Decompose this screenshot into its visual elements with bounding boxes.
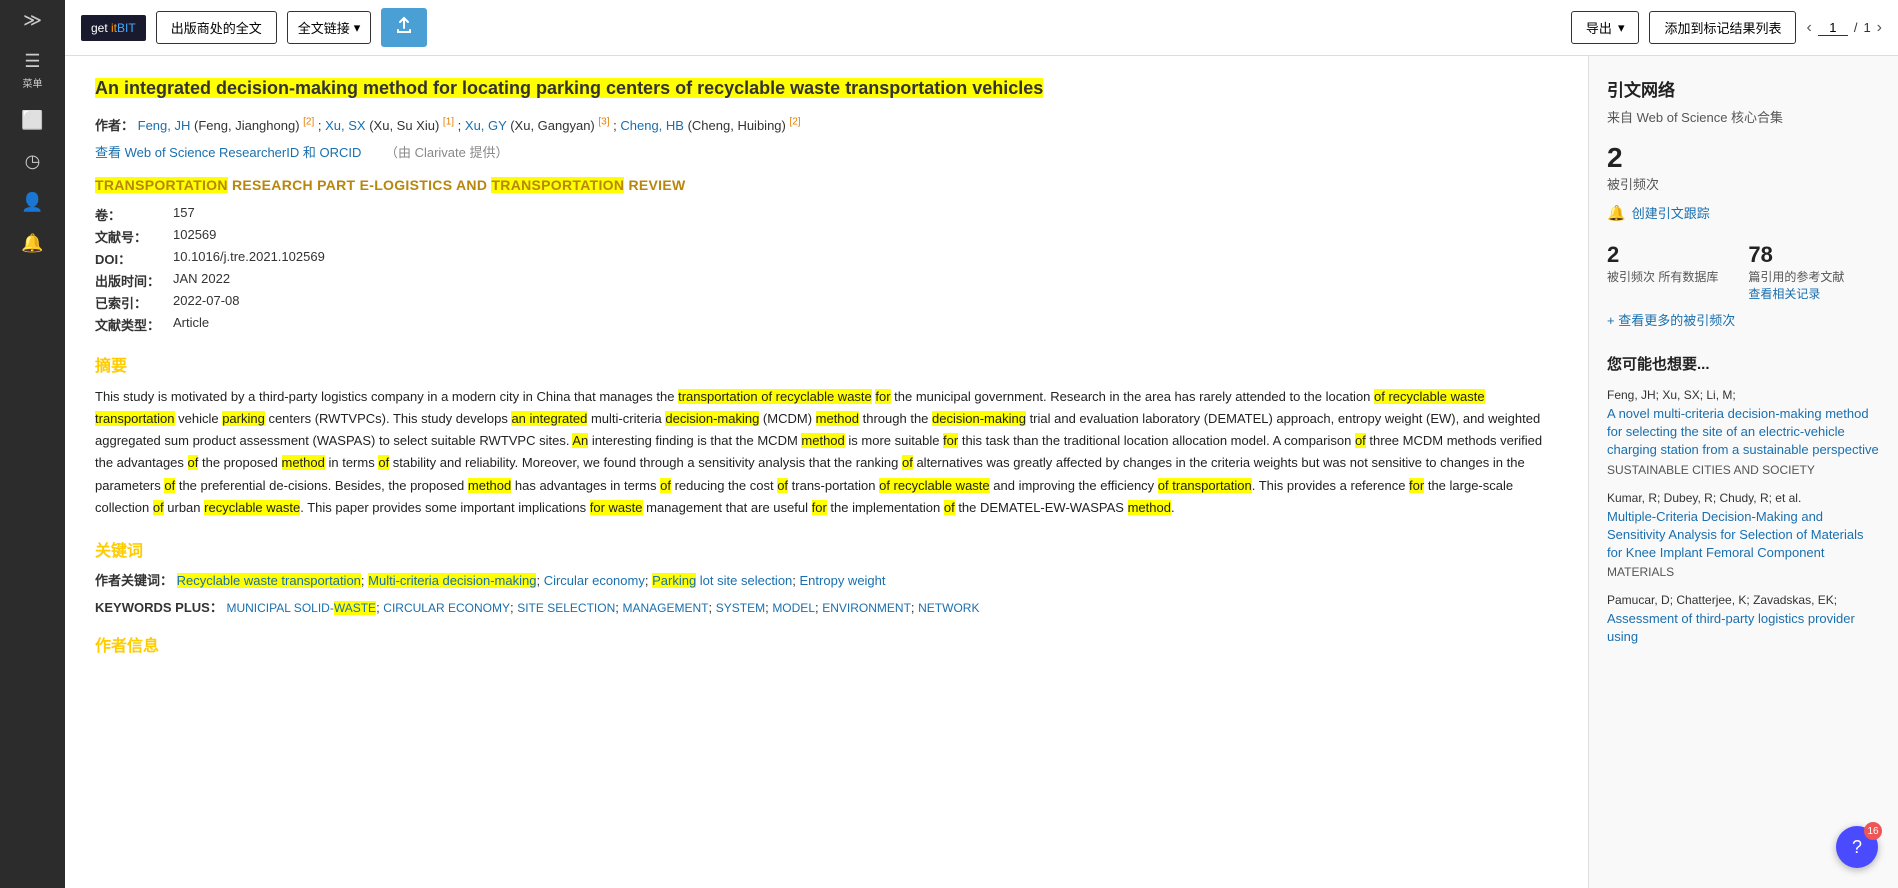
kwp-site[interactable]: SITE SELECTION: [517, 601, 615, 615]
add-to-result-button[interactable]: 添加到标记结果列表: [1649, 11, 1796, 44]
author-xu-sx[interactable]: Xu, SX: [325, 118, 365, 133]
upload-button[interactable]: [381, 8, 427, 47]
help-button[interactable]: ? 16: [1836, 826, 1878, 868]
page-input[interactable]: [1818, 20, 1848, 36]
kwp-env[interactable]: ENVIRONMENT: [822, 601, 911, 615]
kwp-mgmt[interactable]: MANAGEMENT: [622, 601, 708, 615]
full-text-link-button[interactable]: 全文链接 ▾: [287, 11, 372, 44]
prev-page-button[interactable]: ‹: [1806, 19, 1811, 37]
main-container: get itBIT 出版商处的全文 全文链接 ▾ 导出 ▾ 添加到标记结果列表 …: [65, 0, 1898, 888]
from-wos-label: 来自 Web of Science 核心合集: [1607, 107, 1880, 126]
meta-table: 卷： 157 文献号： 102569 DOI： 10.1016/j.tre.20…: [95, 205, 1558, 334]
kw-recyclable-waste[interactable]: Recyclable waste transportation: [177, 573, 361, 588]
authors-line: 作者： Feng, JH (Feng, Jianghong) [2] ; Xu,…: [95, 115, 1558, 134]
rec-item-1: Feng, JH; Xu, SX; Li, M; A novel multi-c…: [1607, 388, 1880, 477]
keywords-title: 关键词: [95, 537, 1558, 561]
author-info-title: 作者信息: [95, 632, 1558, 656]
ref-count-block: 78 篇引用的参考文献 查看相关记录: [1748, 242, 1844, 302]
kwp-model[interactable]: MODEL: [772, 601, 815, 615]
recommend-title: 您可能也想要...: [1607, 353, 1880, 374]
kw-circular[interactable]: Circular economy: [544, 573, 645, 588]
dropdown-arrow-icon: ▾: [354, 20, 361, 36]
publisher-full-text-button[interactable]: 出版商处的全文: [156, 11, 277, 44]
pagination: ‹ / 1 ›: [1806, 19, 1882, 37]
kw-mcdm[interactable]: Multi-criteria decision-making: [368, 573, 536, 588]
export-dropdown-icon: ▾: [1618, 20, 1625, 36]
menu-btn[interactable]: ☰ 菜单: [23, 51, 43, 90]
more-cited-link[interactable]: + 查看更多的被引频次: [1607, 310, 1880, 329]
counts-row: 2 被引频次 所有数据库 78 篇引用的参考文献 查看相关记录: [1607, 242, 1880, 302]
folder-btn[interactable]: ⬜: [21, 110, 43, 131]
citation-network-title: 引文网络: [1607, 76, 1880, 101]
kw-entropy[interactable]: Entropy weight: [800, 573, 886, 588]
kwp-network[interactable]: NETWORK: [918, 601, 979, 615]
get-it-bit-button[interactable]: get itBIT: [81, 15, 146, 41]
right-sidebar: 引文网络 来自 Web of Science 核心合集 2 被引频次 🔔 创建引…: [1588, 56, 1898, 888]
kw-parking[interactable]: Parking lot site selection: [652, 573, 792, 588]
cited-all-db-block: 2 被引频次 所有数据库: [1607, 242, 1718, 302]
menu-label: 菜单: [23, 75, 43, 90]
user-btn[interactable]: 👤: [21, 192, 43, 213]
author-feng[interactable]: Feng, JH: [138, 118, 191, 133]
rec-title-1[interactable]: A novel multi-criteria decision-making m…: [1607, 405, 1880, 460]
total-pages: 1: [1863, 20, 1870, 35]
kwp-system[interactable]: SYSTEM: [716, 601, 765, 615]
help-badge: 16: [1864, 822, 1882, 840]
article-title: An integrated decision-making method for…: [95, 78, 1043, 98]
researcher-id-link[interactable]: 查看 Web of Science ResearcherID 和 ORCID: [95, 145, 361, 160]
rec-item-2: Kumar, R; Dubey, R; Chudy, R; et al. Mul…: [1607, 491, 1880, 580]
researcher-id-line: 查看 Web of Science ResearcherID 和 ORCID （…: [95, 142, 1558, 161]
keywords-section: 作者关键词： Recyclable waste transportation; …: [95, 571, 1558, 619]
topbar: get itBIT 出版商处的全文 全文链接 ▾ 导出 ▾ 添加到标记结果列表 …: [65, 0, 1898, 56]
author-xu-gy[interactable]: Xu, GY: [465, 118, 507, 133]
topbar-right: 导出 ▾ 添加到标记结果列表 ‹ / 1 ›: [1571, 11, 1882, 44]
rec-title-3[interactable]: Assessment of third-party logistics prov…: [1607, 610, 1880, 646]
bell-sidebar-btn[interactable]: 🔔: [21, 233, 43, 254]
create-citation-tracking-link[interactable]: 🔔 创建引文跟踪: [1607, 203, 1880, 222]
kwp-circular[interactable]: CIRCULAR ECONOMY: [383, 601, 510, 615]
history-btn[interactable]: ◷: [25, 151, 41, 172]
help-icon: ?: [1852, 837, 1862, 858]
journal-name: TRANSPORTATION RESEARCH PART E-LOGISTICS…: [95, 177, 1558, 193]
next-page-button[interactable]: ›: [1877, 19, 1882, 37]
rec-item-3: Pamucar, D; Chatterjee, K; Zavadskas, EK…: [1607, 593, 1880, 646]
cited-count: 2: [1607, 142, 1880, 174]
abstract-title: 摘要: [95, 352, 1558, 376]
cited-label: 被引频次: [1607, 174, 1880, 193]
abstract-text: This study is motivated by a third-party…: [95, 386, 1558, 519]
export-button[interactable]: 导出 ▾: [1571, 11, 1640, 44]
rec-title-2[interactable]: Multiple-Criteria Decision-Making and Se…: [1607, 508, 1880, 563]
view-related-link[interactable]: 查看相关记录: [1748, 287, 1820, 301]
article-content: An integrated decision-making method for…: [65, 56, 1588, 888]
bell-icon: 🔔: [1607, 204, 1626, 222]
author-cheng[interactable]: Cheng, HB: [620, 118, 684, 133]
left-sidebar: ≫ ☰ 菜单 ⬜ ◷ 👤 🔔: [0, 0, 65, 888]
content-area: An integrated decision-making method for…: [65, 56, 1898, 888]
expand-sidebar-btn[interactable]: ≫: [23, 10, 42, 31]
kwp-solid-waste[interactable]: MUNICIPAL SOLID-WASTE: [226, 601, 376, 615]
